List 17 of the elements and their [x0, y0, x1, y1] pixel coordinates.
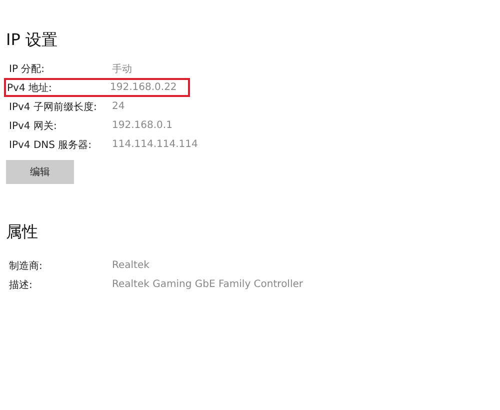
- field-label: IP 分配:: [9, 62, 45, 76]
- field-value: 192.168.0.22: [110, 82, 177, 93]
- field-label: IPv4 子网前缀长度:: [9, 100, 97, 114]
- field-value: Realtek: [112, 260, 150, 271]
- field-value: 114.114.114.114: [112, 139, 198, 150]
- field-value: 24: [112, 101, 125, 112]
- section-title: 属性: [6, 221, 38, 243]
- edit-button[interactable]: 编辑: [6, 160, 74, 184]
- field-label: Pv4 地址:: [7, 82, 52, 94]
- field-value: Realtek Gaming GbE Family Controller: [112, 279, 304, 290]
- field-value: 192.168.0.1: [112, 120, 172, 131]
- field-label: 制造商:: [9, 260, 42, 272]
- section-title: IP 设置: [6, 29, 58, 51]
- field-label: IPv4 DNS 服务器:: [9, 138, 92, 152]
- field-label: 描述:: [9, 278, 32, 292]
- field-value: 手动: [112, 62, 132, 76]
- field-label: IPv4 网关:: [9, 120, 57, 132]
